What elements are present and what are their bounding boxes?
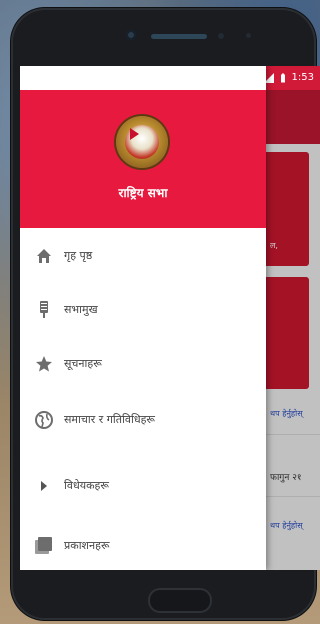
globe-icon [34,410,54,430]
light-sensor [246,33,251,38]
phone-screen: ल, थप हेर्नुहोस् फागुन २१ थप हेर्नुहोस् … [20,66,320,570]
drawer-header: राष्ट्रिय सभा [20,90,266,228]
microphone-icon [34,300,54,320]
earpiece-speaker [151,34,207,39]
library-icon [34,536,54,556]
home-icon [34,246,54,266]
national-assembly-logo [116,116,168,168]
menu-item-speaker[interactable]: सभामुख [20,290,266,330]
menu-label: गृह पृष्ठ [64,249,93,262]
battery-icon [280,73,285,82]
menu-label: सभामुख [64,303,98,316]
org-name: राष्ट्रिय सभा [118,186,168,200]
caret-right-icon [34,476,54,496]
menu-label: सूचनाहरू [64,357,102,370]
home-button[interactable] [148,588,212,613]
front-camera [126,30,136,40]
menu-item-news[interactable]: समाचार र गतिविधिहरू [20,400,266,440]
status-time: 1:53 [291,72,314,83]
menu-item-bills[interactable]: विधेयकहरू [20,466,266,506]
navigation-drawer: राष्ट्रिय सभा गृह पृष्ठ सभामुख सूचनाहरू [20,66,266,570]
menu-item-home[interactable]: गृह पृष्ठ [20,236,266,276]
menu-item-notices[interactable]: सूचनाहरू [20,344,266,384]
menu-label: विधेयकहरू [64,479,109,492]
proximity-sensor [218,33,224,39]
star-icon [34,354,54,374]
menu-label: प्रकाशनहरू [64,539,110,552]
menu-item-publications[interactable]: प्रकाशनहरू [20,526,266,566]
menu-label: समाचार र गतिविधिहरू [64,413,155,426]
flag-icon [130,128,139,140]
